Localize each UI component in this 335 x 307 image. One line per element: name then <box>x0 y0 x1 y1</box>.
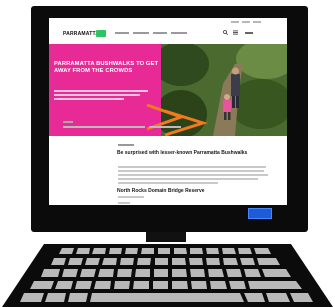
section-heading: North Rocks Domain Bridge Reserve <box>117 188 205 194</box>
article-text-line <box>118 170 264 172</box>
article-category <box>118 144 134 146</box>
monitor-neck <box>146 232 186 242</box>
keyboard <box>2 244 333 307</box>
search-icon[interactable] <box>223 30 228 35</box>
nav-link[interactable] <box>133 32 149 34</box>
utility-bar <box>49 18 287 26</box>
nav-link[interactable] <box>171 32 187 34</box>
article-text-line <box>118 202 130 204</box>
utility-link[interactable] <box>253 21 261 23</box>
article-text-line <box>118 196 144 198</box>
orange-chevron-arrow-icon <box>146 103 208 137</box>
logo-mark-icon <box>96 30 106 37</box>
breadcrumb[interactable] <box>149 126 181 128</box>
breadcrumb-label <box>63 121 73 123</box>
article-text-line <box>118 166 266 168</box>
hero-subtitle-line <box>54 98 124 100</box>
site-nav: PARRAMATTA <box>49 26 287 45</box>
monitor-screen: PARRAMATTA PARRAMATTA BUSHWALKS TO GET A… <box>49 18 287 205</box>
article-heading: Be surprised with lesser-known Parramatt… <box>117 150 248 156</box>
utility-link[interactable] <box>242 21 250 23</box>
nav-link[interactable] <box>153 32 167 34</box>
hero-subtitle-line <box>54 90 148 92</box>
site-logo[interactable]: PARRAMATTA <box>63 31 99 37</box>
utility-link[interactable] <box>231 21 239 23</box>
article-text-line <box>118 178 258 180</box>
breadcrumb[interactable] <box>63 126 145 128</box>
power-indicator-icon <box>248 208 272 219</box>
article-text-line <box>118 182 218 184</box>
article-text-line <box>118 174 268 176</box>
account-link[interactable] <box>245 32 253 34</box>
nav-link[interactable] <box>115 32 129 34</box>
menu-icon[interactable] <box>233 30 238 35</box>
hero-title: PARRAMATTA BUSHWALKS TO GET AWAY FROM TH… <box>54 61 159 74</box>
hero-subtitle-line <box>54 94 140 96</box>
